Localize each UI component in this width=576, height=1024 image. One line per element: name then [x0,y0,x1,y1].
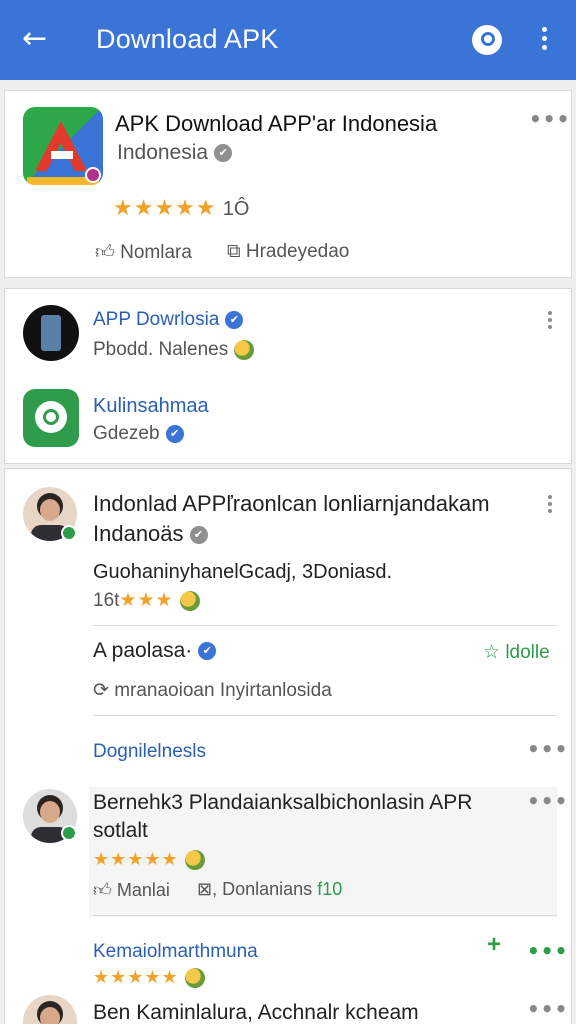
app-name: APK Download APP'ar Indonesia [115,111,438,136]
rating-row: ★★★★★ 1Ô [113,195,249,221]
account-avatar[interactable] [23,305,79,361]
online-badge [61,525,77,541]
rating-stars: ★★★★★ [113,196,217,221]
account-more-icon[interactable] [545,309,555,333]
reply-1-text-label: mranaoioan Inyirtanlosida [114,680,332,701]
section-2-more-icon[interactable]: ••• [527,737,568,761]
section-3-rating: ★★★★★ [93,967,205,989]
post-2-action-like[interactable]: 👍︎ Manlai [93,879,170,901]
card-more-icon[interactable]: ••• [529,107,570,131]
post-2-title-2: sotlalt [93,819,148,842]
reply-1-author-label: A paolasa· [93,639,193,662]
thumb-icon: 👍︎ [93,880,112,900]
section-2-title[interactable]: Dognilelnesls [93,741,206,763]
reply-1-text: ⟳ mranaoioan Inyirtanlosida [93,679,332,702]
thumb-icon: 👍︎ [95,242,115,263]
account-name-1-label: APP Dowrlosia [93,309,220,330]
app-publisher: Indonesia ✔ [117,141,233,165]
publisher-label: Indonesia [117,141,209,164]
emoji-icon [234,339,255,360]
emoji-icon [184,968,205,989]
post-3-title: Ben Kaminlalura, Acchnalr kcheam [93,1001,419,1024]
post-1-title-1: Indonlad APPľraonlcan lonliarnjandakam [93,491,490,516]
image-icon: ⊠ [197,879,213,899]
post-1-title-2: Indanoäs ✔ [93,521,208,547]
verified-icon: ✔ [198,642,217,661]
verified-icon: ✔ [165,424,184,443]
post-2-action-share[interactable]: ⊠, Donlanians f10 [197,879,342,900]
emoji-icon [184,850,205,871]
post-2-stars: ★★★★★ [93,849,179,870]
app-logo-icon [23,107,103,185]
rating-extra: 1Ô [222,198,250,220]
post-1-rating-prefix: 16t [93,590,120,611]
follow-label: ldolle [505,642,550,663]
post-1-title-2-label: Indanoäs [93,521,184,546]
post-2-more-icon[interactable]: ••• [527,789,568,813]
post-2-rating: ★★★★★ [93,849,205,871]
action-share-label: Hradeyedao [245,241,350,262]
comment-icon: ⟳ [93,680,109,701]
account-sub-1: Pbodd. Nalenes [93,339,255,361]
post-1-body: GuohaninyhanelGcadj, 3Doniasd. [93,561,393,583]
post-2-count: f10 [317,879,343,899]
online-badge [61,825,77,841]
account-sub-2-label: Gdezeb [93,423,160,444]
verified-icon: ✔ [189,526,208,545]
chat-app-icon[interactable] [23,389,79,447]
back-arrow-icon[interactable]: ← [22,22,54,58]
post-1-stars: ★★★ [119,589,174,611]
overflow-menu-icon[interactable] [532,24,556,56]
verified-icon: ✔ [225,310,244,329]
section-3-more-icon[interactable]: ••• [527,939,568,963]
accounts-card: APP Dowrlosia ✔ Pbodd. Nalenes Kulinsahma… [4,288,572,464]
account-name-1[interactable]: APP Dowrlosia ✔ [93,309,244,331]
publisher-verified-icon: ✔ [214,144,233,163]
post-3-avatar[interactable] [23,995,77,1024]
search-icon[interactable] [472,25,502,55]
follow-button[interactable]: ☆ ldolle [483,641,550,664]
app-header-card: APK Download APP'ar Indonesia ••• Indone… [4,90,572,278]
account-sub-1-label: Pbodd. Nalenes [93,339,229,360]
feed-card: Indonlad APPľraonlcan lonliarnjandakam I… [4,468,572,1024]
reply-1-author[interactable]: A paolasa· ✔ [93,639,217,663]
post-1-more-icon[interactable] [545,493,555,517]
post-1-rating: 16t★★★ [93,589,200,612]
action-share-button[interactable]: ⧉ Hradeyedao [227,241,349,263]
add-icon[interactable]: + [487,931,501,959]
divider [93,715,557,716]
page-title: Download APK [96,24,279,54]
account-sub-2: Gdezeb ✔ [93,423,184,445]
divider [93,915,557,916]
app-bar: ← Download APK [0,0,576,80]
emoji-icon [179,590,200,611]
action-like-button[interactable]: 👍︎ Nomlara [95,241,192,264]
share-icon: ⧉ [227,241,241,262]
post-2-action-like-label: Manlai [116,880,170,900]
account-name-2[interactable]: Kulinsahmaa [93,395,209,418]
post-3-more-icon[interactable]: ••• [527,997,568,1021]
post-2-title-1: Bernehk3 Plandaianksalbichonlasin APR [93,791,473,814]
section-3-stars: ★★★★★ [93,967,179,988]
divider [93,625,557,626]
action-like-label: Nomlara [120,242,192,263]
section-3-title[interactable]: Kemaiolmarthmuna [93,941,258,963]
post-2-action-share-label: , Donlanians [212,879,313,899]
star-outline-icon: ☆ [483,642,501,663]
